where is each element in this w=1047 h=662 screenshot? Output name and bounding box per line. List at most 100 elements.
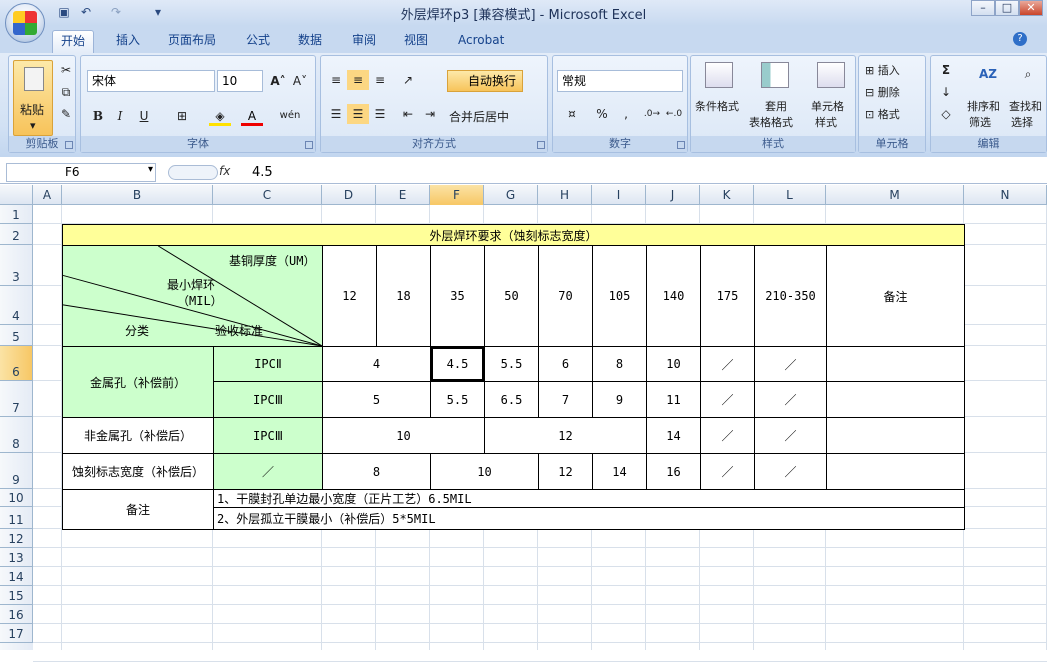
format-as-table-label1[interactable]: 套用 bbox=[765, 98, 787, 114]
sort-filter-label1[interactable]: 排序和 bbox=[967, 98, 1000, 114]
row-header-12[interactable]: 12 bbox=[0, 529, 33, 548]
copy-icon[interactable]: ⧉ bbox=[55, 82, 77, 102]
align-right-icon[interactable]: ☰ bbox=[369, 104, 391, 124]
row-header-4[interactable]: 4 bbox=[0, 286, 33, 325]
cell[interactable]: ／ bbox=[754, 346, 827, 382]
chevron-down-icon[interactable]: ▾ bbox=[148, 164, 153, 175]
fill-color-icon[interactable]: ◈ bbox=[209, 106, 231, 126]
dialog-launcher-icon[interactable] bbox=[537, 141, 545, 149]
cell[interactable]: ／ bbox=[700, 453, 755, 490]
row-header-3[interactable]: 3 bbox=[0, 245, 33, 286]
cell[interactable]: 14 bbox=[646, 417, 701, 454]
cell[interactable]: 10 bbox=[646, 346, 701, 382]
tab-review[interactable]: 审阅 bbox=[344, 30, 384, 53]
tab-formulas[interactable]: 公式 bbox=[238, 30, 278, 53]
dialog-launcher-icon[interactable] bbox=[305, 141, 313, 149]
metal-hole-label[interactable]: 金属孔（补偿前） bbox=[62, 346, 214, 418]
row-header-2[interactable]: 2 bbox=[0, 224, 33, 245]
column-header-i[interactable]: I bbox=[592, 185, 646, 205]
tab-acrobat[interactable]: Acrobat bbox=[450, 30, 512, 53]
number-format-select[interactable]: 常规 bbox=[557, 70, 683, 92]
align-top-icon[interactable]: ≡ bbox=[325, 70, 347, 90]
delete-cells-button[interactable]: ⊟ 删除 bbox=[865, 84, 900, 100]
row-header-5[interactable]: 5 bbox=[0, 325, 33, 346]
cell[interactable]: ／ bbox=[700, 381, 755, 418]
comma-icon[interactable]: , bbox=[615, 104, 637, 124]
maximize-button[interactable]: □ bbox=[995, 0, 1019, 16]
cell[interactable] bbox=[826, 417, 965, 454]
thickness-header[interactable]: 175 bbox=[700, 245, 755, 347]
find-select-label1[interactable]: 查找和 bbox=[1009, 98, 1042, 114]
select-all-corner[interactable] bbox=[0, 185, 33, 205]
column-header-d[interactable]: D bbox=[322, 185, 376, 205]
cell[interactable]: 4 bbox=[322, 346, 431, 382]
thickness-header[interactable]: 210-350 bbox=[754, 245, 827, 347]
grow-font-icon[interactable]: A˄ bbox=[267, 71, 289, 91]
thickness-header[interactable]: 35 bbox=[430, 245, 485, 347]
cell[interactable]: 5 bbox=[322, 381, 431, 418]
column-header-f[interactable]: F bbox=[430, 185, 484, 205]
cell[interactable]: 10 bbox=[430, 453, 539, 490]
cell[interactable]: 11 bbox=[646, 381, 701, 418]
column-header-b[interactable]: B bbox=[62, 185, 213, 205]
ipc3-label[interactable]: IPCⅢ bbox=[213, 417, 323, 454]
office-button[interactable] bbox=[5, 3, 45, 43]
table-title[interactable]: 外层焊环要求（蚀刻标志宽度） bbox=[62, 224, 965, 246]
clear-icon[interactable]: ◇ bbox=[935, 104, 957, 124]
remark-header[interactable]: 备注 bbox=[826, 245, 965, 347]
row-header-13[interactable]: 13 bbox=[0, 548, 33, 567]
dialog-launcher-icon[interactable] bbox=[677, 141, 685, 149]
insert-cells-button[interactable]: ⊞ 插入 bbox=[865, 62, 900, 78]
note-label[interactable]: 备注 bbox=[62, 489, 214, 530]
nonmetal-hole-label[interactable]: 非金属孔（补偿后） bbox=[62, 417, 214, 454]
row-header-8[interactable]: 8 bbox=[0, 417, 33, 453]
cell[interactable]: ／ bbox=[700, 346, 755, 382]
cell[interactable] bbox=[826, 453, 965, 490]
tab-view[interactable]: 视图 bbox=[396, 30, 436, 53]
wrap-text-button[interactable]: 自动换行 bbox=[447, 70, 523, 92]
cell[interactable]: 7 bbox=[538, 381, 593, 418]
shrink-font-icon[interactable]: A˅ bbox=[289, 71, 311, 91]
font-size-select[interactable]: 10 bbox=[217, 70, 263, 92]
font-color-icon[interactable]: A bbox=[241, 106, 263, 126]
border-icon[interactable]: ⊞ bbox=[171, 106, 193, 126]
tab-home[interactable]: 开始 bbox=[52, 30, 95, 53]
align-middle-icon[interactable]: ≡ bbox=[347, 70, 369, 90]
column-header-n[interactable]: N bbox=[964, 185, 1047, 205]
row-header-7[interactable]: 7 bbox=[0, 381, 33, 417]
paste-button[interactable]: 粘贴 ▾ bbox=[13, 60, 53, 136]
italic-icon[interactable]: I bbox=[109, 106, 131, 126]
cell[interactable]: 8 bbox=[322, 453, 431, 490]
cell[interactable]: 10 bbox=[322, 417, 485, 454]
row-header-16[interactable]: 16 bbox=[0, 605, 33, 624]
column-header-m[interactable]: M bbox=[826, 185, 964, 205]
minimize-button[interactable]: – bbox=[971, 0, 995, 16]
ipc2-label[interactable]: IPCⅡ bbox=[213, 346, 323, 382]
thickness-header[interactable]: 12 bbox=[322, 245, 377, 347]
cell[interactable]: 12 bbox=[538, 453, 593, 490]
format-as-table-label2[interactable]: 表格格式 bbox=[749, 114, 793, 130]
fill-icon[interactable]: ↓ bbox=[935, 82, 957, 102]
merge-center-button[interactable]: 合并后居中 bbox=[449, 108, 509, 125]
cell[interactable]: 14 bbox=[592, 453, 647, 490]
row-header-17[interactable]: 17 bbox=[0, 624, 33, 643]
tab-insert[interactable]: 插入 bbox=[108, 30, 148, 53]
cell[interactable]: 12 bbox=[484, 417, 647, 454]
column-header-k[interactable]: K bbox=[700, 185, 754, 205]
cell[interactable]: 9 bbox=[592, 381, 647, 418]
thickness-header[interactable]: 18 bbox=[376, 245, 431, 347]
cell[interactable]: 5.5 bbox=[430, 381, 485, 418]
sort-filter-label2[interactable]: 筛选 bbox=[969, 114, 991, 130]
header-diagonal-cell[interactable]: 基铜厚度（UM） 最小焊环 （MIL） 分类 验收标准 bbox=[62, 245, 323, 347]
column-header-l[interactable]: L bbox=[754, 185, 826, 205]
row-header-9[interactable]: 9 bbox=[0, 453, 33, 489]
thickness-header[interactable]: 140 bbox=[646, 245, 701, 347]
row-header-10[interactable]: 10 bbox=[0, 489, 33, 507]
align-center-icon[interactable]: ☰ bbox=[347, 104, 369, 124]
find-select-label2[interactable]: 选择 bbox=[1011, 114, 1033, 130]
worksheet-grid[interactable]: 外层焊环要求（蚀刻标志宽度） 基铜厚度（UM） 最小焊环 （MIL） 分类 验收标准 12 1… bbox=[33, 205, 1047, 662]
column-header-e[interactable]: E bbox=[376, 185, 430, 205]
align-bottom-icon[interactable]: ≡ bbox=[369, 70, 391, 90]
etch-width-label[interactable]: 蚀刻标志宽度（补偿后） bbox=[62, 453, 214, 490]
thickness-header[interactable]: 50 bbox=[484, 245, 539, 347]
